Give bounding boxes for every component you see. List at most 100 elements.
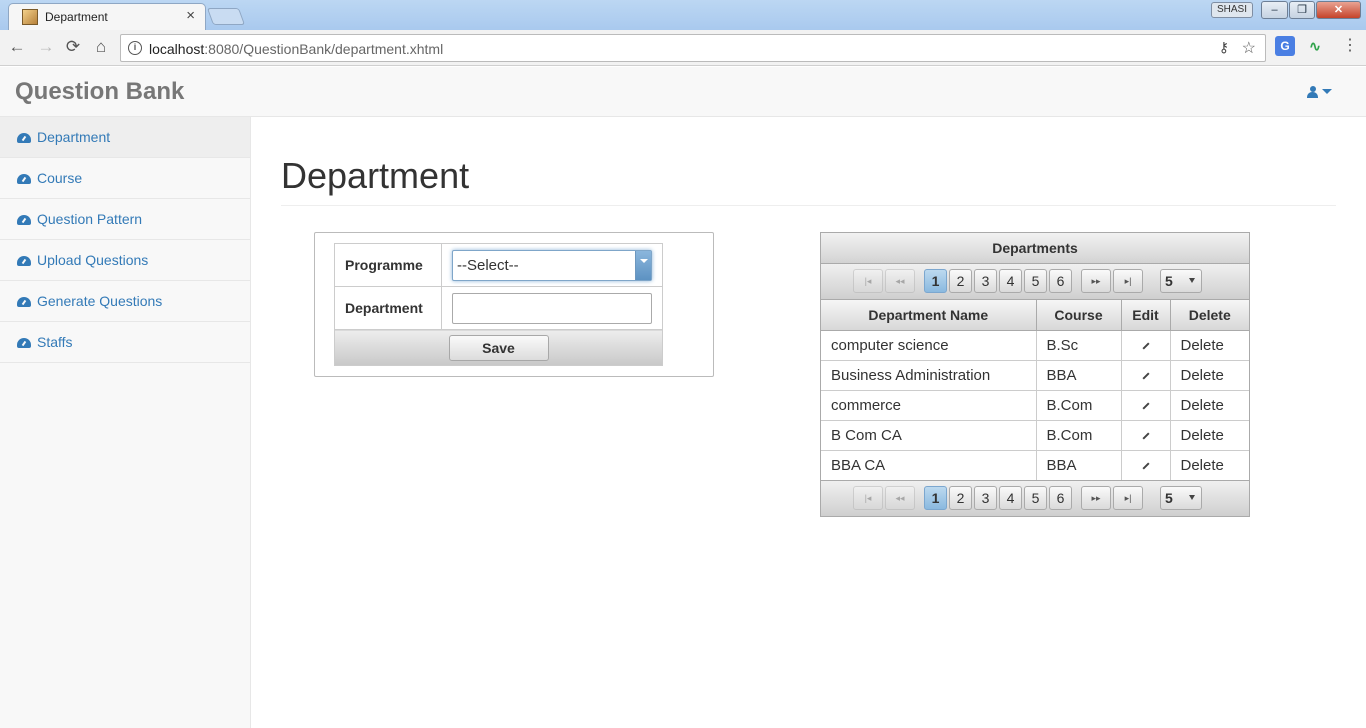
user-menu[interactable] xyxy=(1307,83,1332,98)
sidebar-item-upload-questions[interactable]: Upload Questions xyxy=(0,240,250,281)
edit-cell xyxy=(1121,450,1171,480)
department-input[interactable] xyxy=(452,292,652,324)
department-form: Programme --Select-- Department Save xyxy=(334,243,663,366)
page-6-button[interactable]: 6 xyxy=(1049,486,1072,510)
next-page-button[interactable]: ▸▸ xyxy=(1081,486,1111,510)
page-3-button[interactable]: 3 xyxy=(974,486,997,510)
rows-per-page-select[interactable]: 5 xyxy=(1160,269,1202,293)
sidebar-item-generate-questions[interactable]: Generate Questions xyxy=(0,281,250,322)
close-window-button[interactable]: ✕ xyxy=(1316,1,1361,19)
delete-link[interactable]: Delete xyxy=(1170,420,1249,451)
page-5-button[interactable]: 5 xyxy=(1024,486,1047,510)
first-page-button[interactable]: |◂ xyxy=(853,486,883,510)
delete-link[interactable]: Delete xyxy=(1170,360,1249,391)
sidebar-item-staffs[interactable]: Staffs xyxy=(0,322,250,363)
table-row: Business Administration BBA Delete xyxy=(821,360,1249,391)
department-name-cell: Business Administration xyxy=(821,360,1037,391)
programme-label: Programme xyxy=(334,243,442,287)
url-host: localhost xyxy=(149,41,205,57)
reload-icon[interactable]: ⟳ xyxy=(63,37,83,57)
key-icon[interactable]: ⚷ xyxy=(1219,39,1229,56)
page-header: Department xyxy=(281,155,1336,206)
pencil-icon[interactable] xyxy=(1141,462,1150,470)
course-cell: BBA xyxy=(1036,450,1122,480)
column-header-edit: Edit xyxy=(1121,300,1171,331)
table-row: B Com CA B.Com Delete xyxy=(821,420,1249,451)
column-header-course[interactable]: Course xyxy=(1036,300,1122,331)
minimize-button[interactable]: – xyxy=(1261,1,1288,19)
browser-toolbar: ← → ⟳ ⌂ i localhost:8080/QuestionBank/de… xyxy=(0,30,1366,66)
info-icon[interactable]: i xyxy=(128,41,142,55)
extension-wave-icon[interactable]: ∿ xyxy=(1305,36,1325,56)
new-tab-button[interactable] xyxy=(206,8,246,25)
edit-cell xyxy=(1121,420,1171,451)
department-name-cell: commerce xyxy=(821,390,1037,421)
browser-tab[interactable]: Department × xyxy=(8,3,206,30)
sidebar-item-department[interactable]: Department xyxy=(0,117,250,158)
page-1-button[interactable]: 1 xyxy=(924,486,947,510)
department-label: Department xyxy=(334,286,442,330)
page-4-button[interactable]: 4 xyxy=(999,269,1022,293)
table-row: BBA CA BBA Delete xyxy=(821,450,1249,480)
departments-table-header: Departments xyxy=(821,233,1249,264)
next-page-button[interactable]: ▸▸ xyxy=(1081,269,1111,293)
dashboard-icon xyxy=(17,256,31,266)
back-icon[interactable]: ← xyxy=(7,37,27,57)
page-2-button[interactable]: 2 xyxy=(949,486,972,510)
caret-down-icon xyxy=(1322,89,1332,95)
prev-page-button[interactable]: ◂◂ xyxy=(885,486,915,510)
star-icon[interactable]: ☆ xyxy=(1242,38,1256,58)
last-page-button[interactable]: ▸| xyxy=(1113,269,1143,293)
pencil-icon[interactable] xyxy=(1141,371,1150,380)
column-header-department-name[interactable]: Department Name xyxy=(821,300,1037,331)
favicon-icon xyxy=(22,9,38,25)
user-icon xyxy=(1307,85,1318,98)
rows-per-page-select[interactable]: 5 xyxy=(1160,486,1202,510)
dashboard-icon xyxy=(17,133,31,143)
sidebar-item-question-pattern[interactable]: Question Pattern xyxy=(0,199,250,240)
page-3-button[interactable]: 3 xyxy=(974,269,997,293)
forward-icon[interactable]: → xyxy=(36,37,56,57)
restore-button[interactable]: ❐ xyxy=(1289,1,1315,19)
last-page-button[interactable]: ▸| xyxy=(1113,486,1143,510)
sidebar-item-course[interactable]: Course xyxy=(0,158,250,199)
save-button[interactable]: Save xyxy=(448,334,549,361)
page-4-button[interactable]: 4 xyxy=(999,486,1022,510)
pencil-icon[interactable] xyxy=(1141,401,1150,410)
page-5-button[interactable]: 5 xyxy=(1024,269,1047,293)
course-cell: B.Com xyxy=(1036,390,1122,421)
browser-menu-icon[interactable]: ⋮ xyxy=(1340,36,1360,56)
translate-icon[interactable]: G xyxy=(1275,36,1295,56)
brand-title[interactable]: Question Bank xyxy=(15,78,184,106)
department-name-cell: computer science xyxy=(821,330,1037,361)
course-cell: BBA xyxy=(1036,360,1122,391)
home-icon[interactable]: ⌂ xyxy=(91,37,111,57)
browser-titlebar: Department × SHASI – ❐ ✕ xyxy=(0,0,1366,30)
tab-close-icon[interactable]: × xyxy=(186,7,195,24)
page-1-button[interactable]: 1 xyxy=(924,269,947,293)
delete-link[interactable]: Delete xyxy=(1170,330,1249,361)
paginator-bottom: |◂ ◂◂ 1 2 3 4 5 6 ▸▸ ▸| 5 xyxy=(821,480,1249,516)
dropdown-arrow-icon[interactable] xyxy=(635,250,651,280)
delete-link[interactable]: Delete xyxy=(1170,450,1249,480)
page-2-button[interactable]: 2 xyxy=(949,269,972,293)
course-cell: B.Sc xyxy=(1036,330,1122,361)
first-page-button[interactable]: |◂ xyxy=(853,269,883,293)
prev-page-button[interactable]: ◂◂ xyxy=(885,269,915,293)
url-text[interactable]: localhost:8080/QuestionBank/department.x… xyxy=(149,41,443,57)
edit-cell xyxy=(1121,360,1171,391)
rows-per-page-value: 5 xyxy=(1165,490,1173,506)
profile-badge[interactable]: SHASI xyxy=(1211,2,1253,18)
delete-link[interactable]: Delete xyxy=(1170,390,1249,421)
edit-cell xyxy=(1121,390,1171,421)
page-6-button[interactable]: 6 xyxy=(1049,269,1072,293)
dropdown-arrow-icon xyxy=(1189,495,1195,500)
pencil-icon[interactable] xyxy=(1141,431,1150,440)
departments-table-panel: Departments |◂ ◂◂ 1 2 3 4 5 6 ▸▸ ▸| 5 De… xyxy=(820,232,1250,517)
department-name-cell: B Com CA xyxy=(821,420,1037,451)
sidebar-item-label: Question Pattern xyxy=(37,211,143,227)
table-row: commerce B.Com Delete xyxy=(821,390,1249,421)
programme-select[interactable]: --Select-- xyxy=(452,249,652,281)
address-bar[interactable]: i localhost:8080/QuestionBank/department… xyxy=(120,34,1266,62)
pencil-icon[interactable] xyxy=(1141,341,1150,350)
